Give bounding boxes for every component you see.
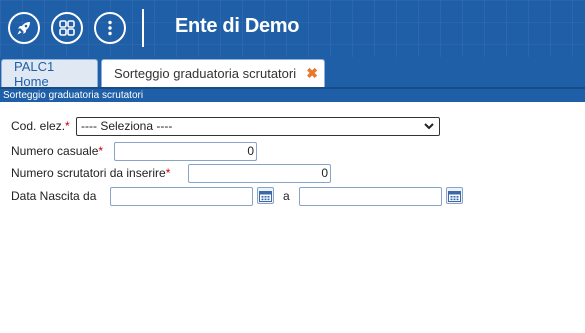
numero-casuale-input[interactable]: 0	[114, 142, 257, 161]
app-title: Ente di Demo	[175, 15, 300, 37]
data-nascita-from-input[interactable]	[110, 187, 253, 206]
rocket-button[interactable]	[8, 12, 40, 44]
cod-elez-label-text: Cod. elez.	[11, 119, 66, 133]
calendar-icon	[448, 190, 461, 202]
more-options-button[interactable]	[94, 12, 126, 44]
cod-elez-selected-value: ---- Seleziona ----	[81, 119, 173, 133]
numero-casuale-label-text: Numero casuale	[11, 144, 99, 158]
numero-scrutatori-label: Numero scrutatori da inserire*	[11, 166, 170, 180]
tab-label: PALC1 Home	[14, 58, 55, 89]
numero-casuale-label: Numero casuale*	[11, 144, 103, 158]
numero-scrutatori-label-text: Numero scrutatori da inserire	[11, 166, 166, 180]
tab-label: Sorteggio graduatoria scrutatori	[114, 66, 297, 81]
cod-elez-select[interactable]: ---- Seleziona ----	[76, 117, 440, 136]
calendar-from-button[interactable]	[257, 187, 274, 204]
tab-sorteggio-graduatoria[interactable]: Sorteggio graduatoria scrutatori ✖	[101, 59, 325, 87]
calendar-icon	[259, 190, 272, 202]
app-header: Ente di Demo	[0, 0, 585, 57]
required-asterisk: *	[98, 144, 104, 158]
data-nascita-to-label: a	[283, 189, 290, 203]
tab-bar: PALC1 Home Sorteggio graduatoria scrutat…	[0, 57, 585, 89]
data-nascita-to-input[interactable]	[299, 187, 442, 206]
apps-grid-button[interactable]	[51, 12, 83, 44]
close-icon[interactable]: ✖	[306, 65, 318, 82]
page-subtitle: Sorteggio graduatoria scrutatori	[0, 87, 585, 102]
required-asterisk: *	[65, 119, 70, 133]
required-asterisk: *	[165, 166, 171, 180]
rocket-icon	[17, 22, 30, 35]
chevron-down-icon	[424, 123, 434, 130]
data-nascita-label: Data Nascita da	[11, 189, 97, 203]
tab-palc1-home[interactable]: PALC1 Home	[1, 58, 98, 89]
header-separator	[142, 9, 144, 47]
cod-elez-label: Cod. elez.*	[11, 119, 70, 133]
numero-scrutatori-input[interactable]: 0	[188, 164, 331, 183]
more-vertical-icon	[108, 20, 112, 36]
grid-icon	[59, 20, 75, 36]
calendar-to-button[interactable]	[446, 187, 463, 204]
